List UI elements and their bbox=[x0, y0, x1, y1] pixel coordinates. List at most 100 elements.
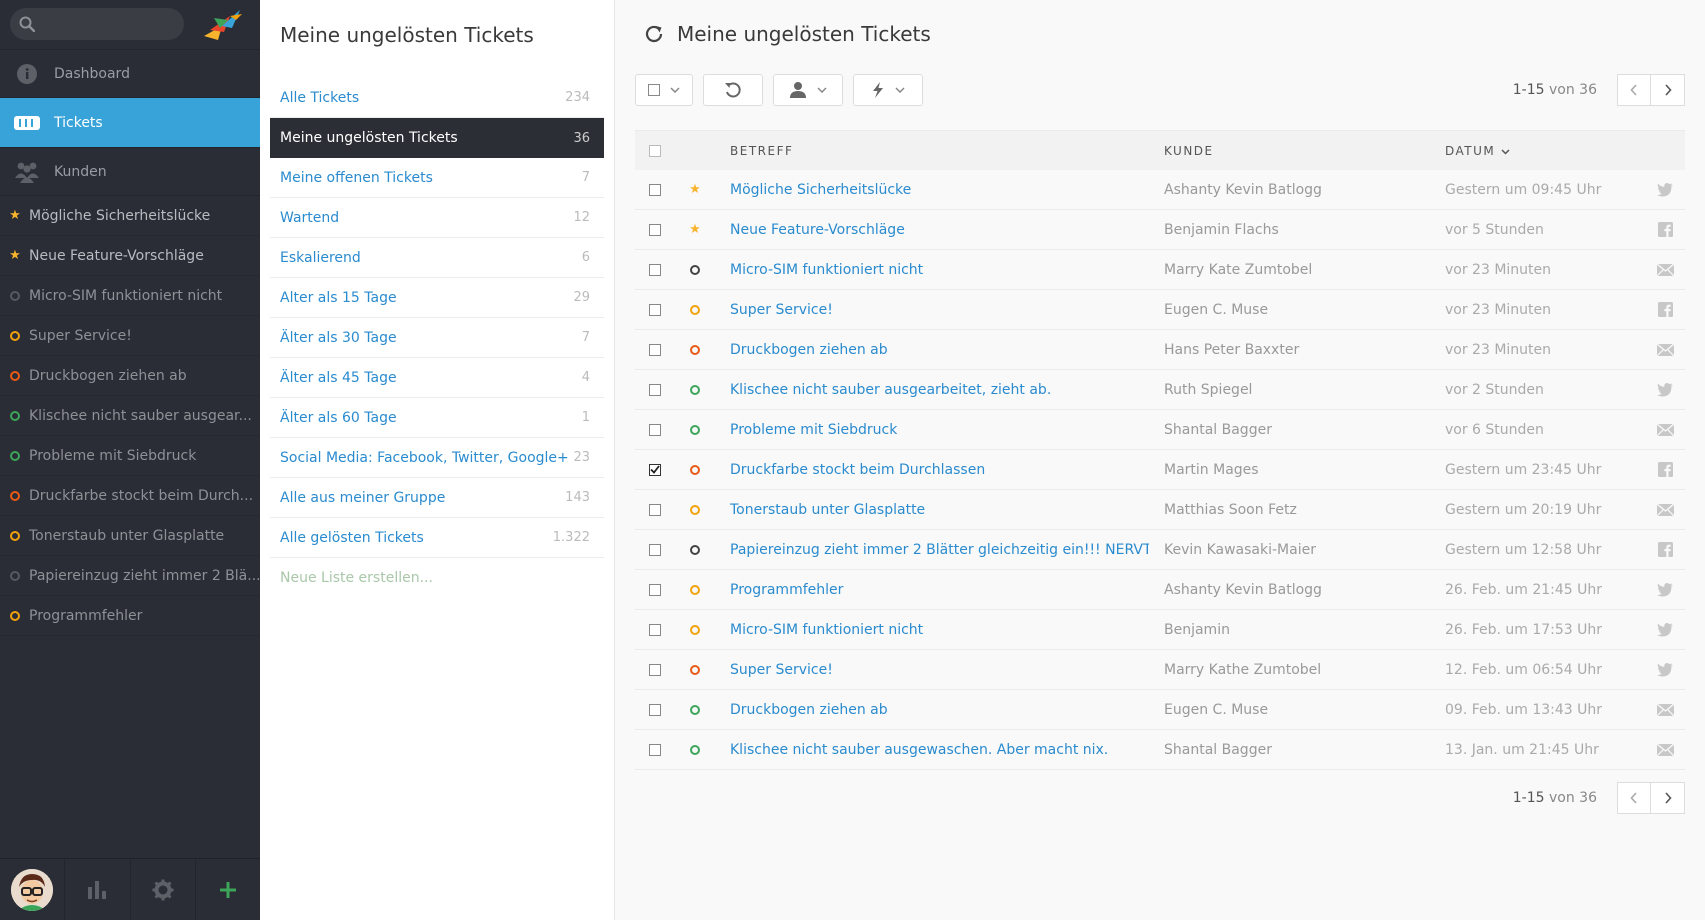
ticket-subject-link[interactable]: Druckbogen ziehen ab bbox=[715, 342, 1149, 358]
row-checkbox[interactable] bbox=[649, 343, 661, 356]
nav-dashboard[interactable]: Dashboard bbox=[0, 50, 260, 98]
nav-customers[interactable]: Kunden bbox=[0, 148, 260, 196]
sidebar-ticket-item[interactable]: ★ Mögliche Sicherheitslücke bbox=[0, 196, 260, 236]
ticket-customer[interactable]: Eugen C. Muse bbox=[1149, 702, 1434, 718]
sidebar-ticket-item[interactable]: Druckbogen ziehen ab bbox=[0, 356, 260, 396]
ticket-customer[interactable]: Ashanty Kevin Batlogg bbox=[1149, 582, 1434, 598]
select-all-dropdown[interactable] bbox=[635, 74, 693, 106]
overview-item[interactable]: Älter als 45 Tage 4 bbox=[270, 358, 604, 398]
table-row[interactable]: Probleme mit Siebdruck Shantal Bagger vor … bbox=[635, 410, 1685, 450]
next-page-button[interactable] bbox=[1651, 74, 1685, 106]
table-row[interactable]: ★ Mögliche Sicherheitslücke Ashanty Kevin … bbox=[635, 170, 1685, 210]
ticket-subject-link[interactable]: Druckfarbe stockt beim Durchlassen bbox=[715, 462, 1149, 478]
undo-button[interactable] bbox=[703, 74, 763, 106]
prev-page-button[interactable] bbox=[1617, 74, 1651, 106]
table-row[interactable]: Micro-SIM funktioniert nicht Marry Kate Z… bbox=[635, 250, 1685, 290]
new-list-link[interactable]: Neue Liste erstellen... bbox=[270, 558, 604, 598]
sidebar-ticket-item[interactable]: Micro-SIM funktioniert nicht bbox=[0, 276, 260, 316]
row-checkbox[interactable] bbox=[649, 303, 661, 316]
column-header-customer[interactable]: KUNDE bbox=[1149, 144, 1434, 158]
column-header-date[interactable]: DATUM bbox=[1434, 144, 1645, 158]
row-checkbox[interactable] bbox=[649, 423, 661, 436]
bird-logo-icon[interactable] bbox=[200, 6, 244, 44]
ticket-subject-link[interactable]: Neue Feature-Vorschläge bbox=[715, 222, 1149, 238]
nav-tickets[interactable]: Tickets bbox=[0, 98, 260, 148]
ticket-subject-link[interactable]: Super Service! bbox=[715, 302, 1149, 318]
column-header-subject[interactable]: BETREFF bbox=[715, 144, 1149, 158]
ticket-subject-link[interactable]: Super Service! bbox=[715, 662, 1149, 678]
row-checkbox[interactable] bbox=[649, 183, 661, 196]
refresh-icon[interactable] bbox=[643, 23, 665, 45]
sidebar-ticket-item[interactable]: ★ Neue Feature-Vorschläge bbox=[0, 236, 260, 276]
table-row[interactable]: Programmfehler Ashanty Kevin Batlogg 26. F… bbox=[635, 570, 1685, 610]
row-checkbox[interactable] bbox=[649, 223, 661, 236]
ticket-customer[interactable]: Marry Kate Zumtobel bbox=[1149, 262, 1434, 278]
overview-item[interactable]: Alle aus meiner Gruppe 143 bbox=[270, 478, 604, 518]
sidebar-ticket-item[interactable]: Probleme mit Siebdruck bbox=[0, 436, 260, 476]
table-row[interactable]: Klischee nicht sauber ausgearbeitet, zie… bbox=[635, 370, 1685, 410]
row-checkbox[interactable] bbox=[649, 743, 661, 756]
row-checkbox[interactable] bbox=[649, 623, 661, 636]
row-checkbox[interactable] bbox=[649, 663, 661, 676]
overview-item[interactable]: Älter als 30 Tage 7 bbox=[270, 318, 604, 358]
overview-item[interactable]: Alle Tickets 234 bbox=[270, 78, 604, 118]
assign-owner-dropdown[interactable] bbox=[773, 74, 843, 106]
prev-page-button[interactable] bbox=[1617, 782, 1651, 814]
ticket-customer[interactable]: Benjamin bbox=[1149, 622, 1434, 638]
select-all-checkbox[interactable] bbox=[635, 144, 675, 157]
user-menu[interactable] bbox=[0, 859, 66, 920]
ticket-customer[interactable]: Kevin Kawasaki-Maier bbox=[1149, 542, 1434, 558]
overview-item[interactable]: Alle gelösten Tickets 1.322 bbox=[270, 518, 604, 558]
table-row[interactable]: Tonerstaub unter Glasplatte Matthias Soon… bbox=[635, 490, 1685, 530]
ticket-subject-link[interactable]: Programmfehler bbox=[715, 582, 1149, 598]
row-checkbox[interactable] bbox=[649, 383, 661, 396]
overview-item[interactable]: Meine ungelösten Tickets 36 bbox=[270, 118, 604, 158]
table-row[interactable]: Super Service! Marry Kathe Zumtobel 12. Fe… bbox=[635, 650, 1685, 690]
settings-button[interactable] bbox=[131, 859, 196, 920]
ticket-subject-link[interactable]: Mögliche Sicherheitslücke bbox=[715, 182, 1149, 198]
sidebar-ticket-item[interactable]: Druckfarbe stockt beim Durch... bbox=[0, 476, 260, 516]
overview-item[interactable]: Wartend 12 bbox=[270, 198, 604, 238]
row-checkbox[interactable] bbox=[649, 503, 661, 516]
ticket-customer[interactable]: Benjamin Flachs bbox=[1149, 222, 1434, 238]
table-row[interactable]: ★ Neue Feature-Vorschläge Benjamin Flachs v… bbox=[635, 210, 1685, 250]
overview-item[interactable]: Eskalierend 6 bbox=[270, 238, 604, 278]
ticket-customer[interactable]: Eugen C. Muse bbox=[1149, 302, 1434, 318]
sidebar-ticket-item[interactable]: Super Service! bbox=[0, 316, 260, 356]
row-checkbox[interactable] bbox=[649, 703, 661, 716]
ticket-subject-link[interactable]: Micro-SIM funktioniert nicht bbox=[715, 622, 1149, 638]
ticket-customer[interactable]: Matthias Soon Fetz bbox=[1149, 502, 1434, 518]
sidebar-ticket-item[interactable]: Programmfehler bbox=[0, 596, 260, 636]
table-row[interactable]: Papiereinzug zieht immer 2 Blätter gleic… bbox=[635, 530, 1685, 570]
ticket-customer[interactable]: Marry Kathe Zumtobel bbox=[1149, 662, 1434, 678]
ticket-subject-link[interactable]: Klischee nicht sauber ausgewaschen. Aber… bbox=[715, 742, 1149, 758]
next-page-button[interactable] bbox=[1651, 782, 1685, 814]
table-row[interactable]: Druckbogen ziehen ab Hans Peter Baxxter vo… bbox=[635, 330, 1685, 370]
ticket-subject-link[interactable]: Klischee nicht sauber ausgearbeitet, zie… bbox=[715, 382, 1149, 398]
ticket-customer[interactable]: Shantal Bagger bbox=[1149, 742, 1434, 758]
stats-button[interactable] bbox=[65, 859, 131, 920]
ticket-subject-link[interactable]: Probleme mit Siebdruck bbox=[715, 422, 1149, 438]
table-row[interactable]: Micro-SIM funktioniert nicht Benjamin 26. … bbox=[635, 610, 1685, 650]
sidebar-ticket-item[interactable]: Papiereinzug zieht immer 2 Blä... bbox=[0, 556, 260, 596]
ticket-subject-link[interactable]: Druckbogen ziehen ab bbox=[715, 702, 1149, 718]
overview-item[interactable]: Meine offenen Tickets 7 bbox=[270, 158, 604, 198]
row-checkbox[interactable] bbox=[649, 263, 661, 276]
ticket-subject-link[interactable]: Tonerstaub unter Glasplatte bbox=[715, 502, 1149, 518]
sidebar-ticket-item[interactable]: Tonerstaub unter Glasplatte bbox=[0, 516, 260, 556]
ticket-customer[interactable]: Ruth Spiegel bbox=[1149, 382, 1434, 398]
search-input[interactable] bbox=[10, 8, 184, 40]
ticket-subject-link[interactable]: Micro-SIM funktioniert nicht bbox=[715, 262, 1149, 278]
table-row[interactable]: Super Service! Eugen C. Muse vor 23 Minute… bbox=[635, 290, 1685, 330]
ticket-subject-link[interactable]: Papiereinzug zieht immer 2 Blätter gleic… bbox=[715, 542, 1149, 558]
add-button[interactable] bbox=[196, 859, 260, 920]
overview-item[interactable]: Älter als 60 Tage 1 bbox=[270, 398, 604, 438]
row-checkbox[interactable] bbox=[649, 583, 661, 596]
overview-item[interactable]: Alter als 15 Tage 29 bbox=[270, 278, 604, 318]
ticket-customer[interactable]: Shantal Bagger bbox=[1149, 422, 1434, 438]
row-checkbox[interactable] bbox=[649, 543, 661, 556]
overview-item[interactable]: Social Media: Facebook, Twitter, Google+… bbox=[270, 438, 604, 478]
table-row[interactable]: Klischee nicht sauber ausgewaschen. Aber… bbox=[635, 730, 1685, 770]
ticket-customer[interactable]: Ashanty Kevin Batlogg bbox=[1149, 182, 1434, 198]
ticket-customer[interactable]: Martin Mages bbox=[1149, 462, 1434, 478]
